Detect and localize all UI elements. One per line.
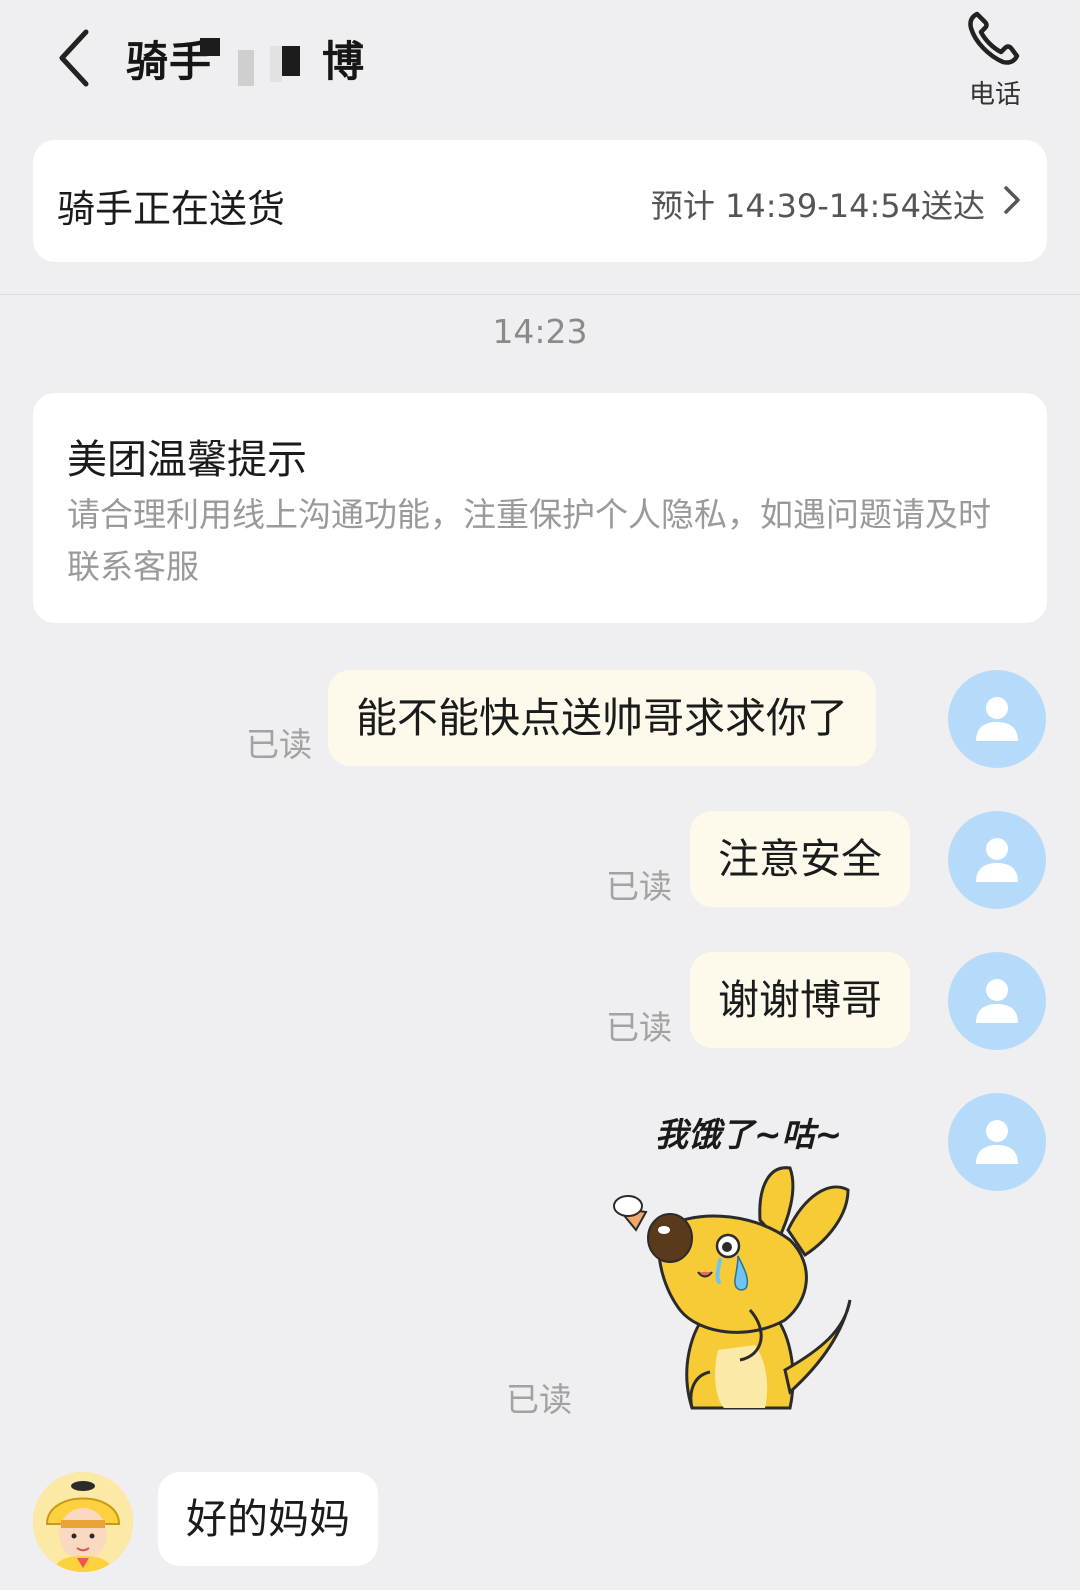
delivery-status-text: 骑手正在送货 bbox=[57, 187, 286, 231]
read-receipt: 已读 bbox=[506, 1380, 572, 1419]
delivery-status-card[interactable]: 骑手正在送货 预计 14:39-14:54送达 bbox=[33, 140, 1047, 262]
user-icon bbox=[976, 979, 1018, 1023]
message-bubble[interactable]: 好的妈妈 bbox=[158, 1472, 378, 1566]
user-avatar[interactable] bbox=[948, 1093, 1046, 1191]
phone-button[interactable]: 电话 bbox=[955, 4, 1035, 110]
tip-body: 请合理利用线上沟通功能，注重保护个人隐私，如遇问题请及时联系客服 bbox=[67, 495, 991, 586]
chevron-left-icon bbox=[59, 29, 89, 87]
back-button[interactable] bbox=[50, 24, 110, 94]
redaction-mark bbox=[238, 50, 254, 86]
read-receipt: 已读 bbox=[606, 867, 672, 906]
user-avatar[interactable] bbox=[948, 952, 1046, 1050]
title-suffix: 博 bbox=[322, 37, 366, 86]
user-icon bbox=[976, 1120, 1018, 1164]
user-avatar[interactable] bbox=[948, 811, 1046, 909]
message-bubble[interactable]: 注意安全 bbox=[690, 811, 910, 907]
user-icon bbox=[976, 838, 1018, 882]
eta-text: 预计 14:39-14:54送达 bbox=[650, 187, 985, 225]
user-icon bbox=[976, 697, 1018, 741]
rider-avatar-icon bbox=[33, 1472, 133, 1572]
phone-icon bbox=[968, 11, 1020, 65]
tip-title: 美团温馨提示 bbox=[67, 437, 307, 483]
sticker-caption: 我饿了~咕~ bbox=[655, 1115, 843, 1154]
redaction-mark bbox=[270, 46, 282, 82]
message-timestamp: 14:23 bbox=[492, 312, 588, 351]
chevron-right-icon bbox=[1004, 186, 1020, 214]
rider-avatar[interactable] bbox=[33, 1472, 133, 1572]
redaction-mark bbox=[282, 46, 300, 76]
kangaroo-sticker[interactable] bbox=[600, 1160, 870, 1430]
read-receipt: 已读 bbox=[246, 725, 312, 764]
user-avatar[interactable] bbox=[948, 670, 1046, 768]
top-bar: 骑手博 电话 bbox=[0, 0, 1080, 120]
read-receipt: 已读 bbox=[606, 1008, 672, 1047]
phone-label: 电话 bbox=[968, 80, 1021, 110]
message-bubble[interactable]: 能不能快点送帅哥求求你了 bbox=[328, 670, 876, 766]
divider bbox=[0, 294, 1080, 295]
system-tip-card: 美团温馨提示 请合理利用线上沟通功能，注重保护个人隐私，如遇问题请及时联系客服 bbox=[33, 393, 1047, 623]
redaction-mark bbox=[200, 38, 220, 56]
ice-cream-icon bbox=[613, 1195, 648, 1232]
message-bubble[interactable]: 谢谢博哥 bbox=[690, 952, 910, 1048]
